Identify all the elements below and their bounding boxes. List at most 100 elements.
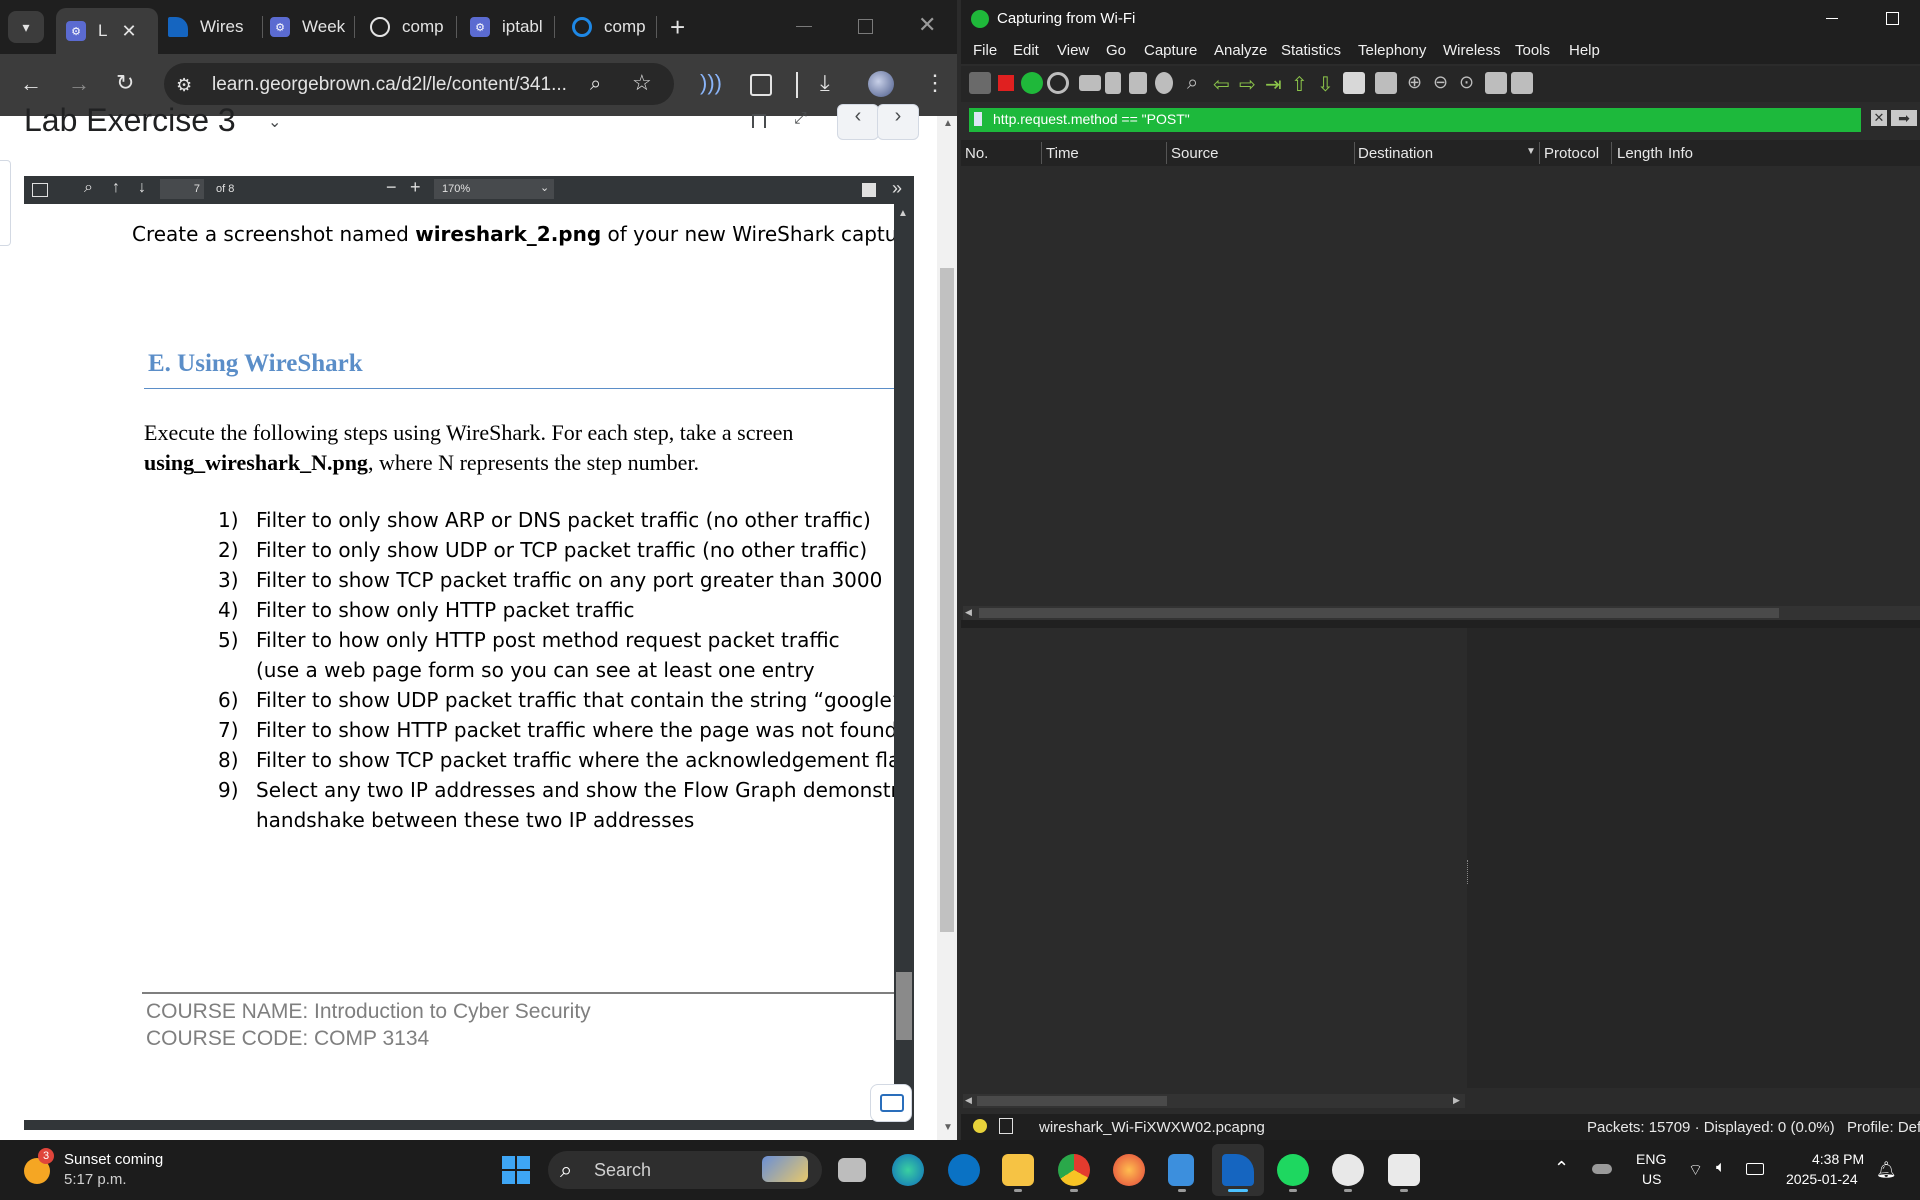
page-number-input[interactable]: 7 (160, 179, 204, 199)
zoom-out-icon[interactable]: ⊖ (1433, 72, 1455, 94)
column-destination[interactable]: Destination (1358, 145, 1433, 162)
scroll-left-icon[interactable]: ◀ (965, 607, 972, 618)
menu-capture[interactable]: Capture (1144, 42, 1197, 59)
menu-kebab-icon[interactable]: ⋮ (924, 72, 946, 94)
menu-edit[interactable]: Edit (1013, 42, 1039, 59)
wifi-icon[interactable]: ⌔ (1688, 1160, 1703, 1180)
tab-search-button[interactable]: ▾ (8, 11, 44, 43)
menu-file[interactable]: File (973, 42, 997, 59)
last-packet-icon[interactable]: ⇩ (1317, 72, 1339, 96)
maximize-icon[interactable] (1886, 12, 1899, 25)
display-filter-text[interactable]: http.request.method == "POST" (993, 111, 1190, 127)
menu-view[interactable]: View (1057, 42, 1089, 59)
go-forward-icon[interactable]: ⇨ (1239, 72, 1261, 96)
normal-size-icon[interactable]: ⊙ (1459, 72, 1481, 94)
pdf-scroll-up-icon[interactable]: ▲ (898, 208, 908, 219)
close-window-icon[interactable]: ✕ (918, 12, 936, 38)
device-app-icon[interactable] (1388, 1154, 1420, 1186)
presentation-mode-icon[interactable] (862, 183, 876, 197)
next-topic-button[interactable]: › (877, 104, 919, 140)
site-info-icon[interactable]: ⚙ (176, 74, 192, 96)
chat-feedback-button[interactable] (870, 1084, 912, 1122)
go-to-packet-icon[interactable]: ⇥ (1265, 72, 1287, 96)
column-no[interactable]: No. (965, 145, 988, 162)
vertical-splitter-handle[interactable] (1467, 860, 1470, 884)
next-page-icon[interactable]: ↓ (138, 179, 146, 197)
bookmark-star-icon[interactable]: ☆ (632, 72, 652, 94)
column-protocol[interactable]: Protocol (1544, 145, 1599, 162)
zoom-icon[interactable]: ⌕ (590, 73, 601, 95)
bookmark-icon[interactable] (752, 114, 766, 128)
language-code[interactable]: ENG (1636, 1151, 1666, 1167)
autoscroll-icon[interactable] (1343, 72, 1365, 94)
clear-filter-icon[interactable]: ✕ (1871, 110, 1887, 126)
capture-comment-icon[interactable] (999, 1118, 1013, 1134)
back-icon[interactable]: ← (20, 73, 42, 95)
tab-4[interactable]: comp (370, 8, 450, 46)
tab-3[interactable]: ⚙ Week (270, 8, 350, 46)
go-back-icon[interactable]: ⇦ (1213, 72, 1235, 96)
column-length[interactable]: Length (1617, 145, 1663, 162)
page-scrollbar-thumb[interactable] (940, 268, 954, 932)
start-capture-icon[interactable] (969, 72, 991, 94)
search-icon[interactable]: ⌕ (84, 179, 93, 197)
fullscreen-icon[interactable]: ⤢ (794, 110, 807, 128)
read-aloud-icon[interactable]: ))) (700, 72, 722, 94)
onedrive-icon[interactable] (1592, 1164, 1612, 1174)
zoom-out-icon[interactable]: − (386, 177, 397, 198)
stop-capture-icon[interactable] (995, 72, 1017, 94)
spotify-icon[interactable] (1277, 1154, 1309, 1186)
packet-details-pane[interactable] (961, 628, 1467, 1088)
chrome-icon[interactable] (1058, 1154, 1090, 1186)
clock-time[interactable]: 4:38 PM (1812, 1151, 1864, 1167)
title-chevron-down-icon[interactable]: ⌄ (268, 112, 281, 132)
colorize-icon[interactable] (1375, 72, 1397, 94)
file-explorer-icon[interactable] (1002, 1154, 1034, 1186)
menu-telephony[interactable]: Telephony (1358, 42, 1426, 59)
show-hidden-icons[interactable]: ⌃ (1554, 1158, 1569, 1179)
volume-icon[interactable]: 🔈︎ (1716, 1159, 1726, 1177)
open-file-icon[interactable] (1079, 75, 1101, 91)
profile-label[interactable]: Profile: Def (1847, 1119, 1920, 1136)
bookmark-filter-icon[interactable] (974, 112, 982, 126)
wireshark-taskbar-icon[interactable] (1222, 1154, 1254, 1186)
previous-page-icon[interactable]: ↑ (112, 179, 120, 197)
save-file-icon[interactable] (1105, 72, 1121, 94)
url-text[interactable]: learn.georgebrown.ca/d2l/le/content/341.… (212, 74, 567, 96)
previous-topic-button[interactable]: ‹ (837, 104, 879, 140)
first-packet-icon[interactable]: ⇧ (1291, 72, 1313, 96)
minimize-icon[interactable] (796, 26, 812, 27)
scroll-up-arrow-icon[interactable]: ▲ (943, 118, 953, 129)
new-tab-button[interactable]: + (670, 12, 685, 43)
battery-icon[interactable] (1746, 1163, 1764, 1175)
side-panel-toggle[interactable] (0, 160, 11, 246)
column-time[interactable]: Time (1046, 145, 1079, 162)
menu-analyze[interactable]: Analyze (1214, 42, 1267, 59)
close-icon[interactable]: ✕ (121, 21, 136, 42)
pdf-scrollbar-thumb[interactable] (896, 972, 912, 1040)
clock-date[interactable]: 2025-01-24 (1786, 1171, 1858, 1187)
reload-icon[interactable]: ↻ (116, 72, 134, 94)
hscroll-thumb[interactable] (979, 608, 1779, 618)
download-icon[interactable]: ⤓ (820, 72, 830, 94)
minimize-icon[interactable] (1826, 18, 1838, 19)
firefox-icon[interactable] (1113, 1154, 1145, 1186)
tab-1[interactable]: ⚙ L ✕ (56, 8, 158, 54)
notepad-icon[interactable] (1168, 1154, 1194, 1186)
dell-app-icon[interactable] (948, 1154, 980, 1186)
close-file-icon[interactable] (1129, 72, 1147, 94)
more-tools-icon[interactable]: » (892, 178, 902, 199)
column-source[interactable]: Source (1171, 145, 1219, 162)
details-hscroll-thumb[interactable] (977, 1096, 1167, 1106)
menu-go[interactable]: Go (1106, 42, 1126, 59)
task-view-icon[interactable] (838, 1158, 866, 1182)
tab-5[interactable]: ⚙ iptabl (470, 8, 546, 46)
tab-2[interactable]: Wires (168, 8, 258, 46)
notification-bell-icon[interactable]: 🔔︎ (1876, 1160, 1896, 1180)
edge-browser-icon[interactable] (892, 1154, 924, 1186)
find-packet-icon[interactable]: ⌕ (1187, 72, 1209, 94)
tab-6[interactable]: comp (572, 8, 648, 46)
windows-start-icon[interactable] (502, 1156, 530, 1184)
menu-help[interactable]: Help (1569, 42, 1600, 59)
menu-tools[interactable]: Tools (1515, 42, 1550, 59)
